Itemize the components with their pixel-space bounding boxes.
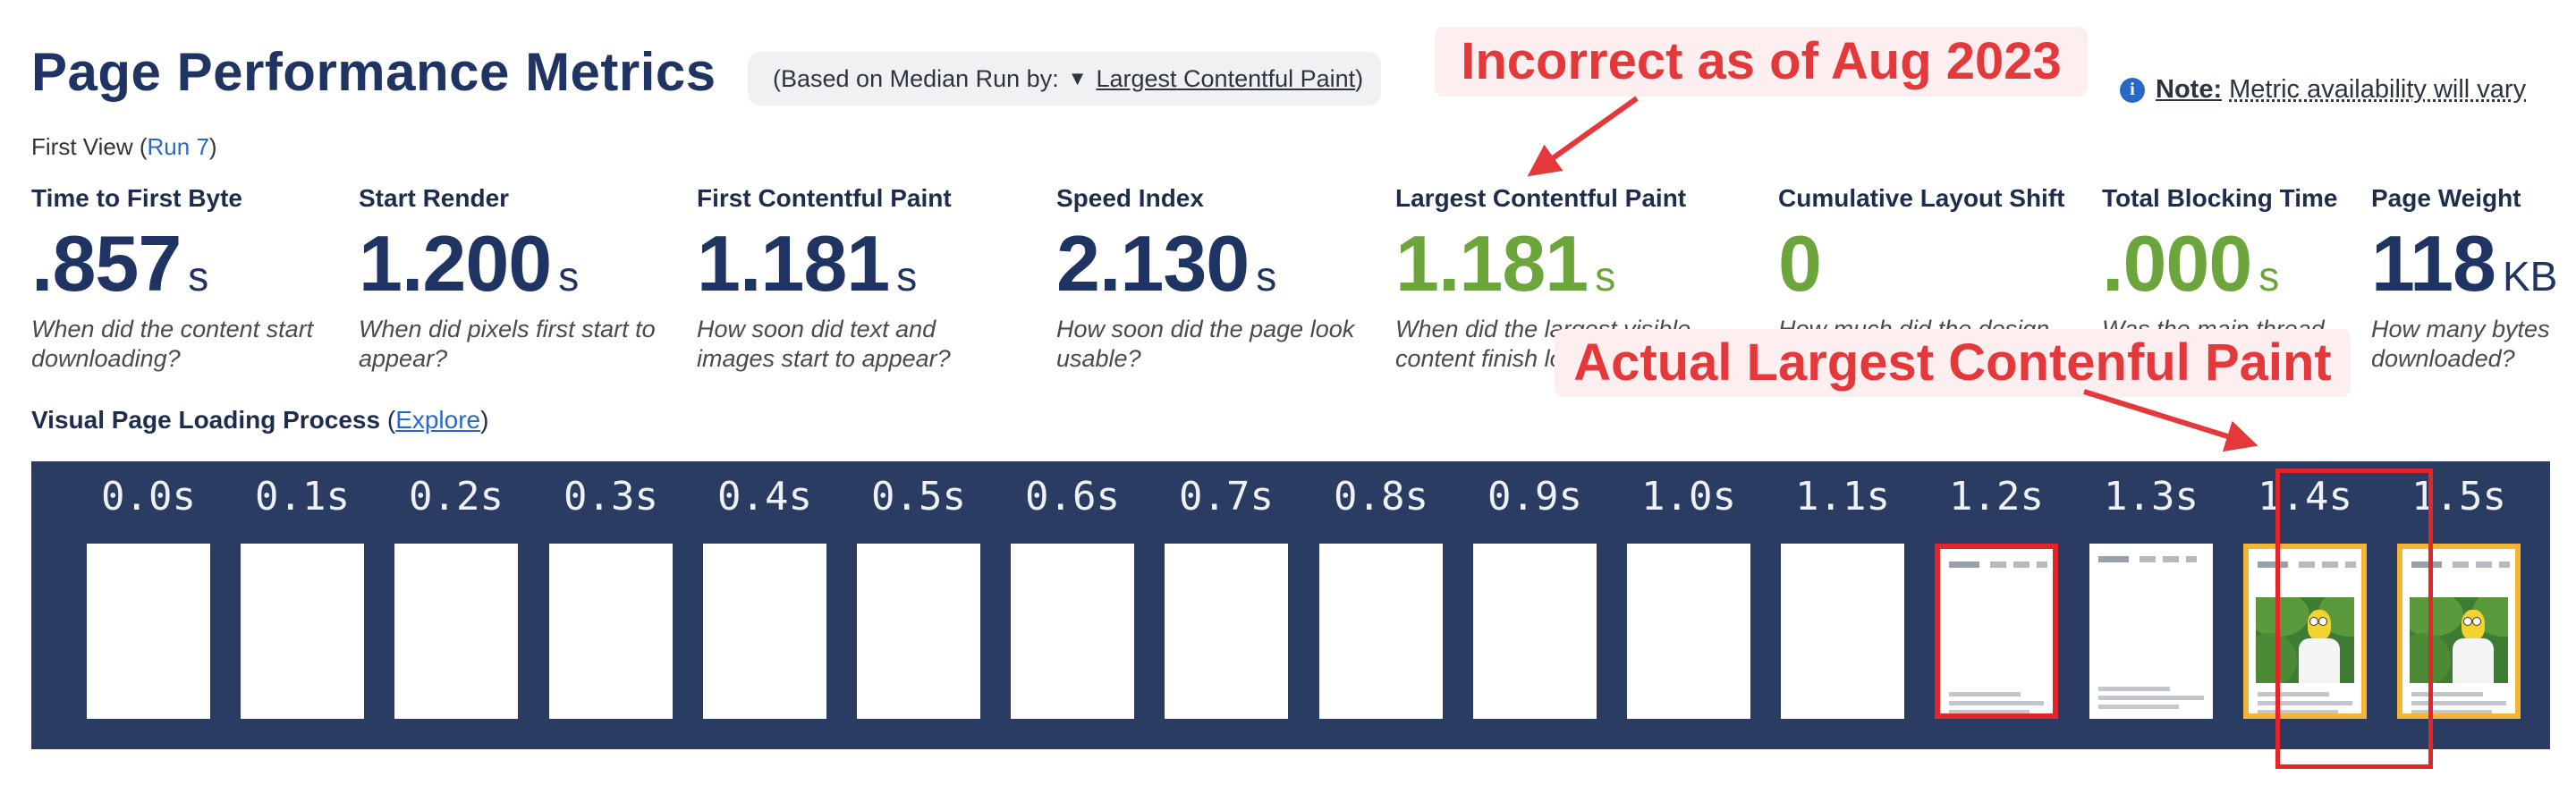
- frame-time: 0.6s: [1025, 474, 1120, 519]
- annotation-actual-lcp: Actual Largest Contenful Paint: [1555, 329, 2351, 397]
- metric-unit: s: [1256, 253, 1277, 300]
- metric-7: Page Weight 118 KB How many bytes downloade…: [2371, 184, 2557, 374]
- metric-6: Total Blocking Time.000sWas the main thr…: [2102, 184, 2352, 344]
- metric-number: .857: [31, 219, 182, 308]
- frame-thumbnail[interactable]: [1627, 544, 1750, 719]
- metric-unit: KB: [2502, 253, 2558, 300]
- frame-thumbnail[interactable]: [1165, 544, 1288, 719]
- metric-number: 1.181: [1395, 219, 1589, 308]
- frame-time: 0.9s: [1487, 474, 1582, 519]
- metric-label: Largest Contentful Paint: [1395, 184, 1687, 212]
- metric-3: Speed Index 2.130 s How soon did the page l…: [1056, 184, 1369, 374]
- frame-thumbnail[interactable]: [1319, 544, 1443, 719]
- thumbnail-nav: [2098, 556, 2204, 565]
- first-view-label: First View (Run 7): [31, 133, 217, 161]
- frame-time: 1.2s: [1949, 474, 2044, 519]
- frame-thumbnail[interactable]: [394, 544, 518, 719]
- visual-loading-title: Visual Page Loading Process: [31, 406, 381, 434]
- frame-time: 0.7s: [1179, 474, 1274, 519]
- note-label: Note:: [2156, 75, 2223, 104]
- metric-1: Start Render 1.200 s When did pixels first …: [359, 184, 663, 374]
- metric-value: 1.200 s: [359, 218, 663, 308]
- frame-thumbnail[interactable]: [87, 544, 210, 719]
- run-link[interactable]: Run 7: [148, 133, 209, 160]
- metric-unit: s: [896, 253, 918, 300]
- metric-label: Start Render: [359, 184, 510, 212]
- frame-time: 0.4s: [717, 474, 812, 519]
- caret-down-icon[interactable]: ▼: [1068, 67, 1088, 90]
- median-metric-link[interactable]: Largest Contentful Paint: [1096, 65, 1355, 93]
- metric-label: Speed Index: [1056, 184, 1204, 212]
- median-run-suffix: ): [1355, 64, 1364, 92]
- frame-time: 0.0s: [101, 474, 196, 519]
- filmstrip: 0.0s 0.1s 0.2s 0.3s 0.4s 0.5s 0.6s 0.7s 0.8s 0.9s…: [31, 461, 2550, 749]
- frame-time: 0.3s: [564, 474, 658, 519]
- metric-value: 0: [1778, 218, 2082, 308]
- frame-thumbnail[interactable]: [1781, 544, 1904, 719]
- metric-value: 2.130 s: [1056, 218, 1369, 308]
- metric-value: 1.181 s: [697, 218, 1019, 308]
- median-run-selector[interactable]: (Based on Median Run by: ▼ Largest Conte…: [748, 52, 1381, 106]
- metric-2: First Contentful Paint 1.181 s How soon did…: [697, 184, 1019, 374]
- frame-thumbnail[interactable]: [1011, 544, 1134, 719]
- metric-unit: s: [558, 253, 580, 300]
- metric-number: 118: [2371, 219, 2496, 308]
- metric-number: 0: [1778, 219, 1822, 308]
- frame-thumbnail[interactable]: [2089, 544, 2213, 719]
- metric-label: Total Blocking Time: [2102, 184, 2338, 212]
- explore-open: (: [380, 406, 396, 434]
- metric-number: 1.200: [359, 219, 552, 308]
- frame-time: 0.5s: [871, 474, 966, 519]
- frame-thumbnail[interactable]: [857, 544, 980, 719]
- metric-description: How many bytes downloaded?: [2371, 316, 2550, 372]
- frame-thumbnail[interactable]: [241, 544, 364, 719]
- metric-5: Cumulative Layout Shift0How much did the…: [1778, 184, 2082, 344]
- frame-time: 0.8s: [1334, 474, 1428, 519]
- metric-unit: s: [1595, 253, 1616, 300]
- metric-0: Time to First Byte .857 s When did the cont…: [31, 184, 326, 374]
- frame-thumbnail[interactable]: [1473, 544, 1597, 719]
- arrow-to-lcp-frame: [2083, 389, 2258, 452]
- metric-label: Cumulative Layout Shift: [1778, 184, 2065, 212]
- frame-time: 1.0s: [1641, 474, 1736, 519]
- metric-unit: s: [188, 253, 209, 300]
- first-view-close: ): [208, 133, 217, 160]
- metric-value: .000 s: [2102, 218, 2352, 308]
- median-run-prefix: (Based on Median Run by:: [773, 64, 1059, 92]
- first-view-text: First View (: [31, 133, 148, 160]
- frame-time: 0.1s: [255, 474, 350, 519]
- metric-unit: s: [2258, 253, 2280, 300]
- note-text[interactable]: Metric availability will vary: [2229, 75, 2526, 105]
- metric-note[interactable]: i Note: Metric availability will vary: [2120, 75, 2526, 105]
- frame-thumbnail[interactable]: [549, 544, 673, 719]
- metric-number: .000: [2102, 219, 2252, 308]
- page-title: Page Performance Metrics: [31, 42, 716, 102]
- metric-value: .857 s: [31, 218, 326, 308]
- metric-description: How soon did the page look usable?: [1056, 316, 1355, 372]
- thumbnail-nav: [1949, 561, 2047, 570]
- metric-number: 1.181: [697, 219, 890, 308]
- metric-value: 118 KB: [2371, 218, 2558, 308]
- arrow-to-lcp-metric: [1527, 96, 1639, 177]
- explore-link[interactable]: Explore: [395, 406, 480, 434]
- metric-description: When did pixels first start to appear?: [359, 316, 656, 372]
- metric-label: Page Weight: [2371, 184, 2521, 212]
- frame-time: 0.2s: [409, 474, 504, 519]
- metric-description: How soon did text and images start to ap…: [697, 316, 951, 372]
- frame-time: 1.3s: [2104, 474, 2199, 519]
- metric-description: When did the content start downloading?: [31, 316, 314, 372]
- annotation-incorrect: Incorrect as of Aug 2023: [1435, 27, 2088, 97]
- frame-thumbnail[interactable]: [703, 544, 826, 719]
- lcp-frame-highlight: [2275, 468, 2433, 769]
- metric-label: First Contentful Paint: [697, 184, 952, 212]
- frame-time: 1.1s: [1795, 474, 1890, 519]
- info-icon: i: [2120, 77, 2145, 103]
- visual-loading-heading: Visual Page Loading Process (Explore): [31, 406, 488, 435]
- metric-label: Time to First Byte: [31, 184, 242, 212]
- metric-number: 2.130: [1056, 219, 1250, 308]
- frame-thumbnail[interactable]: [1935, 544, 2058, 719]
- explore-close: ): [480, 406, 489, 434]
- metric-value: 1.181 s: [1395, 218, 1726, 308]
